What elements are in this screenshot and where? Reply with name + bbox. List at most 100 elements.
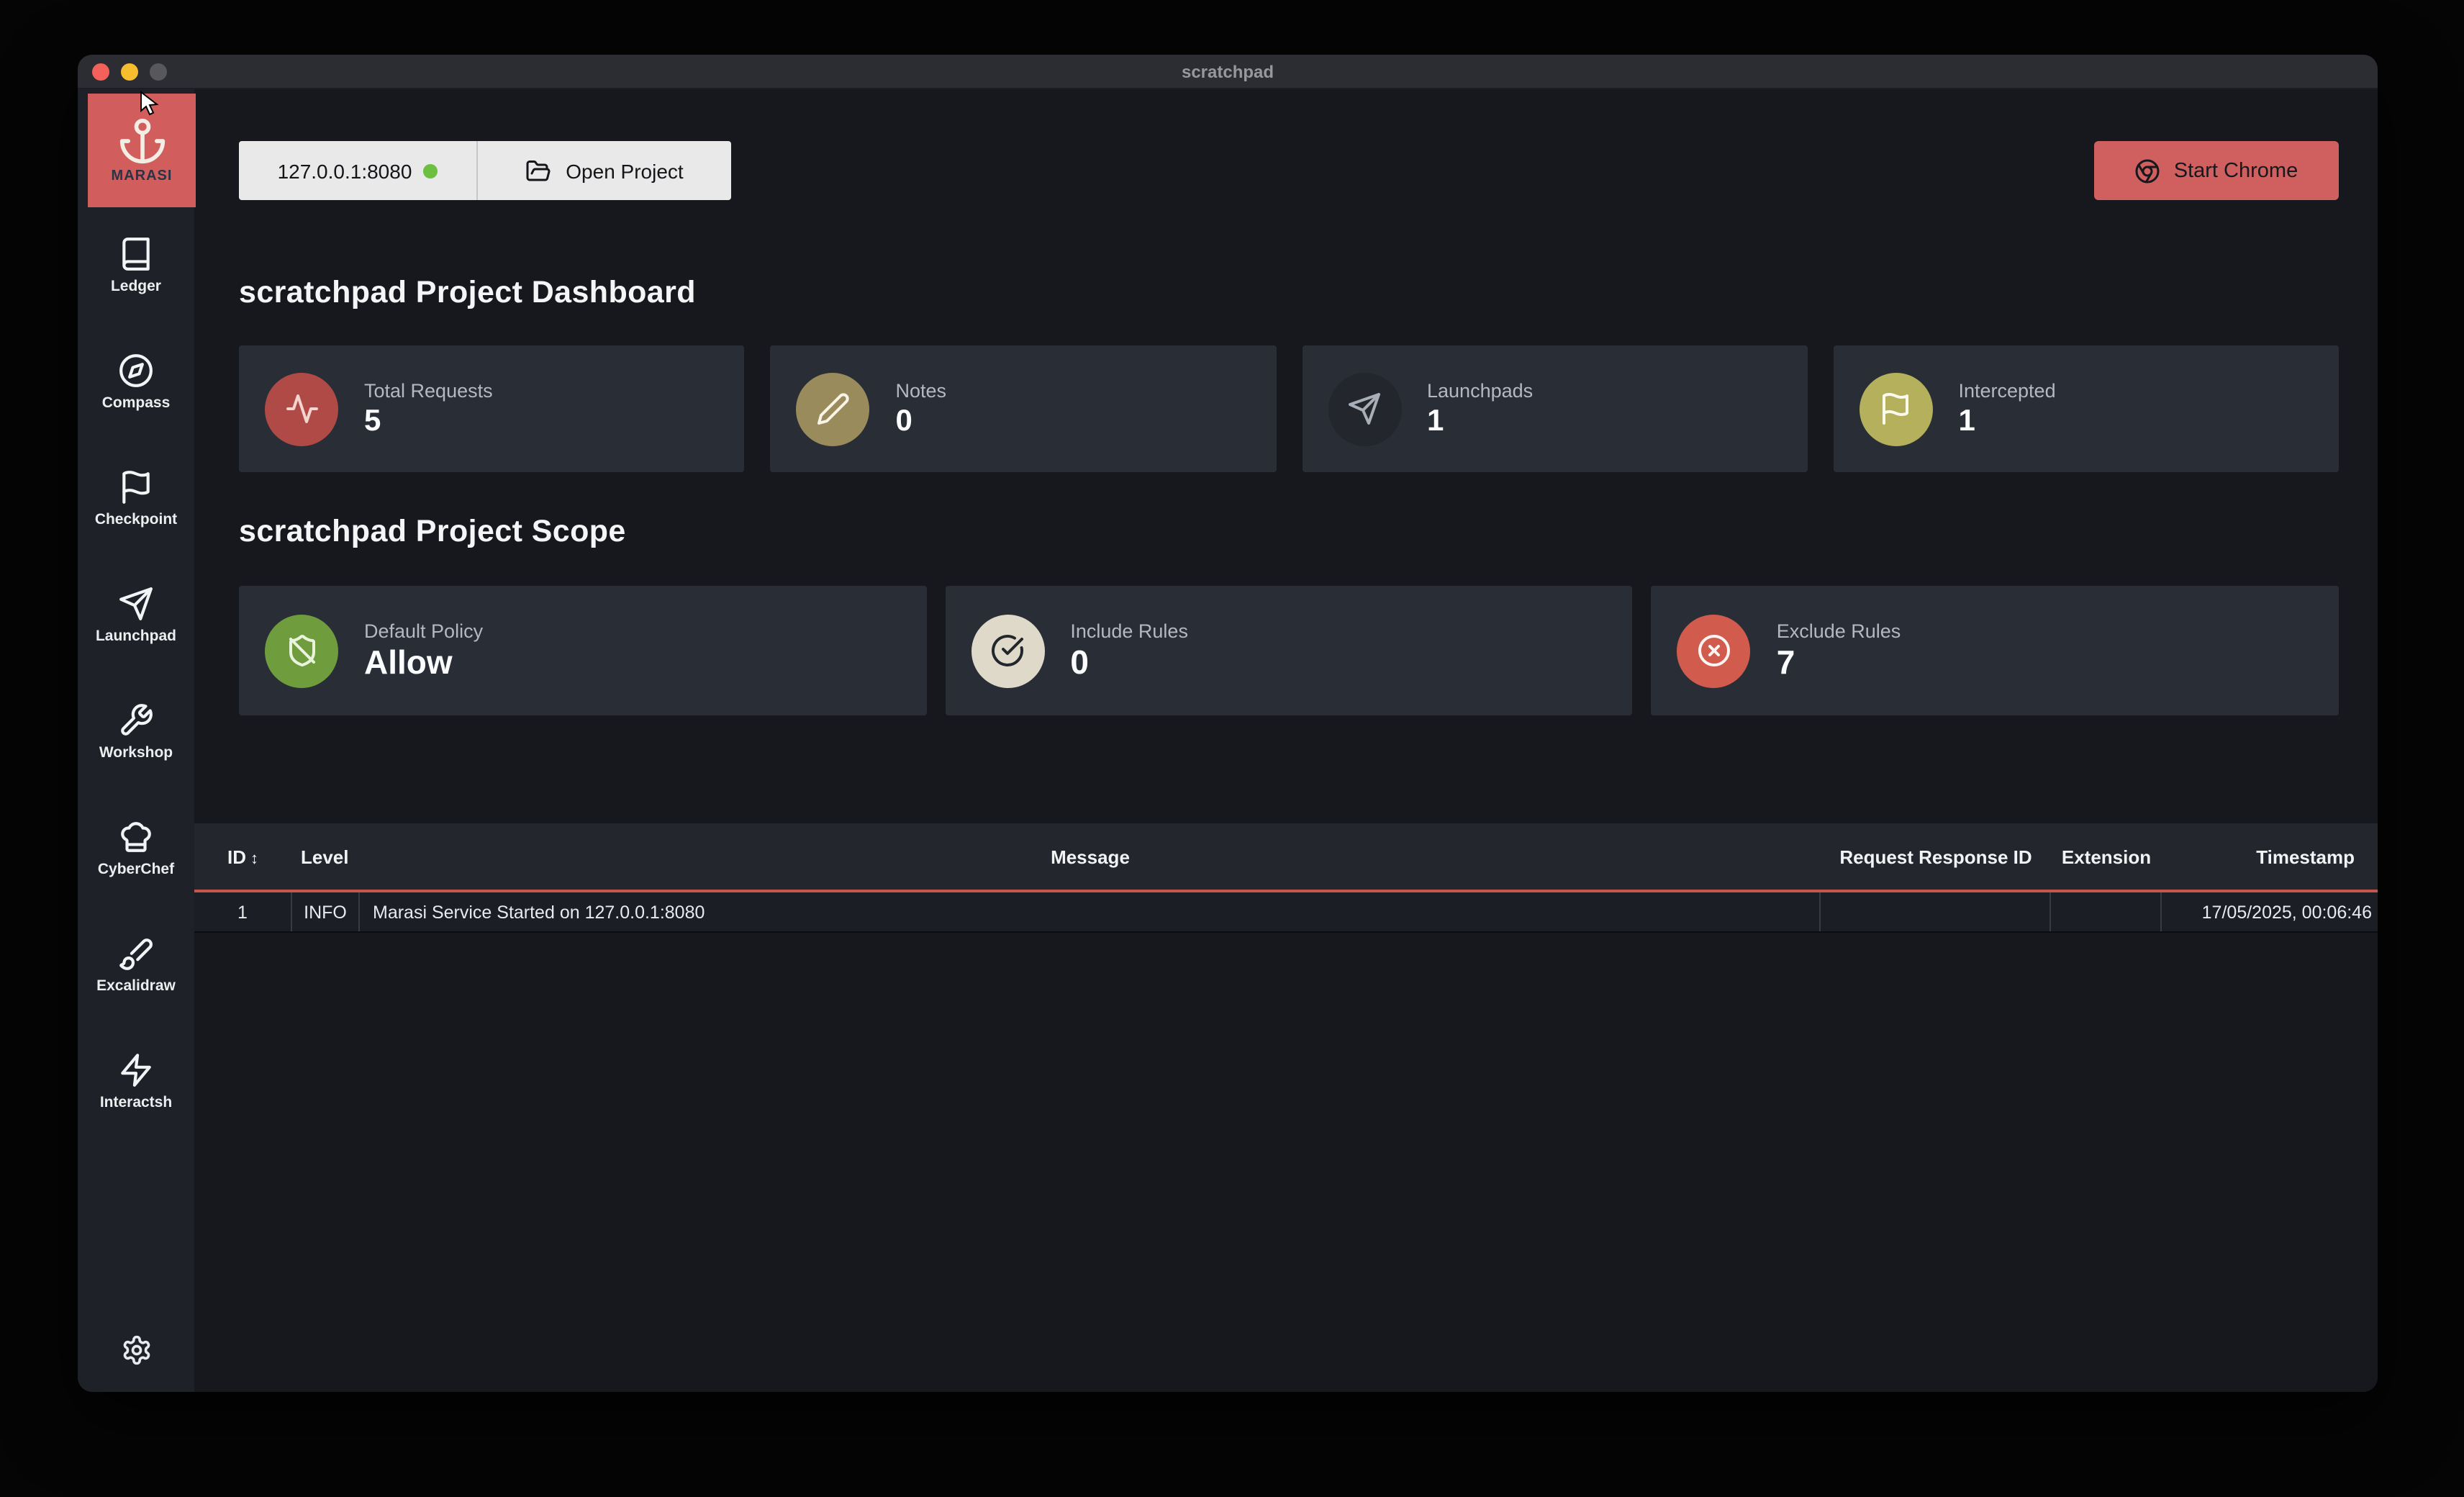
window-title: scratchpad: [78, 61, 2378, 81]
proxy-address-text: 127.0.0.1:8080: [278, 159, 412, 182]
flag-icon: [1879, 392, 1913, 426]
sidebar-item-label: Launchpad: [96, 628, 176, 645]
column-header-label: Extension: [2062, 846, 2151, 867]
stat-icon-circle: [265, 372, 338, 446]
settings-button[interactable]: [117, 1331, 155, 1369]
scope-title: scratchpad Project Scope: [239, 514, 2339, 550]
scope-icon-circle: [265, 614, 338, 687]
stat-label: Notes: [896, 380, 947, 402]
circle-check-icon: [990, 633, 1025, 668]
scope-icon-circle: [971, 614, 1044, 687]
stat-value: 1: [1427, 404, 1533, 438]
proxy-status-dot: [423, 163, 438, 178]
sidebar-item-launchpad[interactable]: Launchpad: [78, 586, 194, 645]
sidebar-item-label: Compass: [102, 394, 171, 412]
gear-icon: [120, 1334, 152, 1366]
scope-value: Allow: [364, 645, 483, 682]
main-content: 127.0.0.1:8080 Open Project Start Chrome: [194, 89, 2378, 1392]
proxy-address-group: 127.0.0.1:8080 Open Project: [239, 141, 731, 200]
flag-icon: [118, 469, 154, 505]
column-header-label: Request Response ID: [1839, 846, 2032, 867]
column-header-id[interactable]: ID↕: [194, 846, 292, 867]
stat-label: Intercepted: [1959, 380, 2056, 402]
scope-card-default-policy: Default Policy Allow: [239, 586, 926, 715]
sidebar-item-workshop[interactable]: Workshop: [78, 702, 194, 761]
sidebar-item-interactsh[interactable]: Interactsh: [78, 1052, 194, 1111]
column-header-timestamp[interactable]: Timestamp: [2162, 846, 2378, 867]
stat-card-notes: Notes 0: [771, 345, 1277, 472]
wrench-icon: [118, 702, 154, 738]
sidebar-item-label: Excalidraw: [96, 977, 176, 995]
stat-label: Launchpads: [1427, 380, 1533, 402]
cell-id: 1: [194, 892, 292, 931]
proxy-address[interactable]: 127.0.0.1:8080: [239, 141, 476, 200]
circle-x-icon: [1697, 633, 1731, 668]
stat-value: 0: [896, 404, 947, 438]
sidebar: MARASI Ledger Compass Checkpoint: [78, 89, 194, 1392]
scope-icon-circle: [1677, 614, 1751, 687]
sort-icon[interactable]: ↕: [250, 850, 258, 867]
sidebar-item-ledger[interactable]: Ledger: [78, 236, 194, 295]
app-window: scratchpad MARASI Ledger: [78, 55, 2378, 1392]
sidebar-item-excalidraw[interactable]: Excalidraw: [78, 936, 194, 995]
stat-icon-circle: [1328, 372, 1401, 446]
stat-label: Total Requests: [364, 380, 493, 402]
column-header-label: Message: [1051, 846, 1130, 867]
anchor-icon: [117, 117, 166, 166]
logo-brand-text: MARASI: [112, 168, 173, 184]
log-table-header: ID↕ Level Message Request Response ID Ex…: [194, 823, 2378, 890]
stat-icon-circle: [797, 372, 870, 446]
scope-cards-row: Default Policy Allow Include Rules 0: [239, 586, 2339, 715]
chrome-icon: [2135, 158, 2161, 184]
book-icon: [118, 236, 154, 272]
sidebar-item-checkpoint[interactable]: Checkpoint: [78, 469, 194, 528]
table-row[interactable]: 1 INFO Marasi Service Started on 127.0.0…: [194, 892, 2378, 933]
scope-label: Include Rules: [1070, 620, 1188, 642]
desktop-background: scratchpad MARASI Ledger: [0, 0, 2464, 1497]
dashboard-stats-row: Total Requests 5 Notes 0: [239, 345, 2339, 472]
stat-card-intercepted: Intercepted 1: [1834, 345, 2340, 472]
scope-label: Exclude Rules: [1777, 620, 1901, 642]
cell-level: INFO: [292, 892, 360, 931]
brush-icon: [118, 936, 154, 972]
open-project-label: Open Project: [566, 159, 683, 182]
column-header-label: Level: [301, 846, 349, 867]
sidebar-item-label: CyberChef: [98, 861, 174, 878]
marasi-logo: MARASI: [88, 94, 196, 207]
open-project-button[interactable]: Open Project: [478, 141, 731, 200]
top-toolbar: 127.0.0.1:8080 Open Project Start Chrome: [239, 141, 2339, 200]
stat-card-launchpads: Launchpads 1: [1302, 345, 1808, 472]
scope-value: 7: [1777, 645, 1901, 682]
column-header-extension[interactable]: Extension: [2051, 846, 2162, 867]
cell-request-response-id: [1821, 892, 2051, 931]
sidebar-item-label: Workshop: [99, 744, 173, 761]
send-icon: [118, 586, 154, 622]
chef-hat-icon: [118, 819, 154, 855]
sidebar-item-label: Checkpoint: [95, 511, 177, 528]
dashboard-title: scratchpad Project Dashboard: [239, 275, 2339, 311]
log-table: ID↕ Level Message Request Response ID Ex…: [194, 823, 2378, 933]
column-header-request-response-id[interactable]: Request Response ID: [1821, 846, 2051, 867]
column-header-level[interactable]: Level: [292, 846, 360, 867]
shield-off-icon: [284, 633, 319, 668]
activity-icon: [284, 392, 319, 426]
stat-value: 1: [1959, 404, 2056, 438]
send-icon: [1347, 392, 1382, 426]
column-header-label: Timestamp: [2256, 846, 2355, 867]
sidebar-item-label: Interactsh: [100, 1094, 172, 1111]
sidebar-nav: Ledger Compass Checkpoint Launchpad: [78, 236, 194, 1111]
stat-icon-circle: [1860, 372, 1933, 446]
scope-card-include-rules: Include Rules 0: [945, 586, 1632, 715]
sidebar-item-label: Ledger: [111, 278, 161, 295]
column-header-message[interactable]: Message: [360, 846, 1821, 867]
start-chrome-button[interactable]: Start Chrome: [2094, 141, 2339, 200]
cell-extension: [2051, 892, 2162, 931]
stat-value: 5: [364, 404, 493, 438]
sidebar-item-cyberchef[interactable]: CyberChef: [78, 819, 194, 878]
sidebar-item-compass[interactable]: Compass: [78, 353, 194, 412]
titlebar[interactable]: scratchpad: [78, 55, 2378, 89]
folder-open-icon: [525, 158, 551, 184]
pencil-icon: [816, 392, 851, 426]
scope-label: Default Policy: [364, 620, 483, 642]
cell-message: Marasi Service Started on 127.0.0.1:8080: [360, 892, 1821, 931]
